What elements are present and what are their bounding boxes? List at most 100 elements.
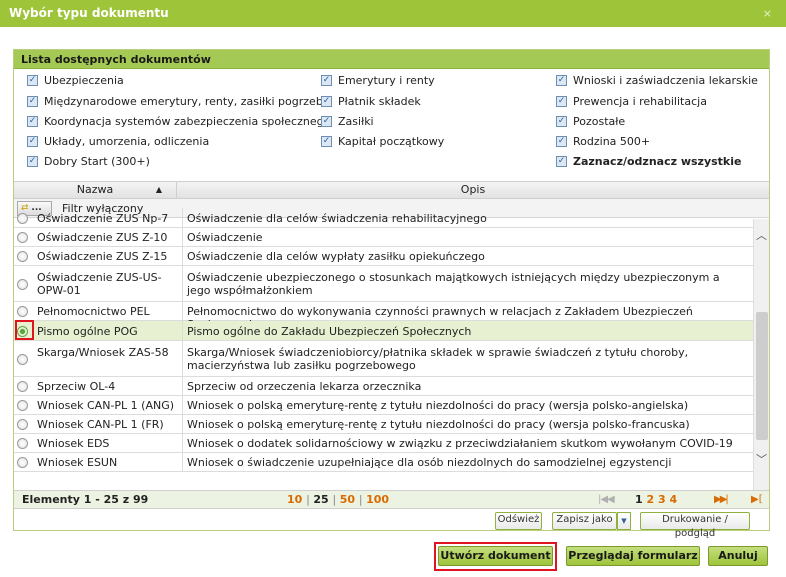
category-checkbox[interactable]: Międzynarodowe emerytury, renty, zasiłki… [27,92,326,110]
browse-form-button[interactable]: Przeglądaj formularz [566,546,700,566]
category-checkbox[interactable]: Zasiłki [321,112,374,130]
page-link-current[interactable]: 1 [635,493,643,506]
document-name: Oświadczenie ZUS Z-15 [37,250,168,263]
document-name: Oświadczenie ZUS-US-OPW-01 [37,271,162,297]
table-row[interactable]: Pismo ogólne POG Pismo ogólne do Zakładu … [14,321,753,341]
select-all-checkbox[interactable]: Zaznacz/odznacz wszystkie [556,152,741,170]
selected-radio-highlight [15,320,34,340]
table-row[interactable]: Oświadczenie ZUS Z-10 Oświadczenie [14,228,753,247]
category-checkbox[interactable]: Ubezpieczenia [27,71,124,89]
table-row[interactable]: Wniosek CAN-PL 1 (ANG) Wniosek o polską e… [14,396,753,415]
checkbox-checked-icon[interactable] [556,74,567,86]
radio-icon[interactable] [17,251,28,262]
document-description: Wniosek o dodatek solidarnościowy w zwią… [182,434,744,453]
table-row[interactable]: Wniosek ESUN Wniosek o świadczenie uzupeł… [14,453,753,472]
radio-icon[interactable] [17,306,28,317]
category-checkbox[interactable]: Emerytury i renty [321,71,435,89]
page-links: 1 2 3 4 [635,491,677,509]
checkbox-checked-icon[interactable] [556,155,567,167]
table-row[interactable]: Skarga/Wniosek ZAS-58 Skarga/Wniosek świa… [14,341,753,377]
document-name: Pismo ogólne POG [37,325,138,338]
category-filters: Ubezpieczenia Emerytury i renty Wnioski … [14,69,769,179]
checkbox-checked-icon[interactable] [321,115,332,127]
checkbox-checked-icon[interactable] [556,115,567,127]
document-description: Wniosek o świadczenie uzupełniające dla … [182,453,744,472]
table-row[interactable]: Pełnomocnictwo PEL Pełnomocnictwo do wyko… [14,302,753,331]
radio-icon[interactable] [17,381,28,392]
document-description: Oświadczenie dla celów świadczenia rehab… [182,208,744,228]
page-link[interactable]: 3 [658,493,666,506]
close-icon[interactable]: × [763,0,772,27]
checkbox-checked-icon[interactable] [556,95,567,107]
document-name: Oświadczenie ZUS Z-10 [37,231,168,244]
save-as-button[interactable]: Zapisz jako [552,512,617,530]
document-description: Sprzeciw od orzeczenia lekarza orzecznik… [182,377,744,396]
vertical-scrollbar[interactable]: ︿ ﹀ [753,219,769,490]
page-size-option[interactable]: 10 [287,493,302,506]
checkbox-checked-icon[interactable] [321,74,332,86]
document-name: Wniosek EDS [37,437,110,450]
document-description: Wniosek o polską emeryturę-rentę z tytuł… [182,415,744,434]
category-checkbox[interactable]: Układy, umorzenia, odliczenia [27,132,209,150]
page-size-option-current[interactable]: 25 [313,493,328,506]
scroll-up-icon[interactable]: ︿ [756,227,767,243]
scroll-down-icon[interactable]: ﹀ [756,451,767,467]
dialog-titlebar: Wybór typu dokumentu × [0,0,786,27]
category-checkbox[interactable]: Pozostałe [556,112,625,130]
category-checkbox[interactable]: Wnioski i zaświadczenia lekarskie [556,71,758,89]
checkbox-checked-icon[interactable] [27,115,38,127]
document-description: Oświadczenie [182,228,744,247]
checkbox-checked-icon[interactable] [27,155,38,167]
page-size-option[interactable]: 50 [340,493,355,506]
last-page-icon[interactable]: ▶[ [751,491,763,509]
chevron-down-icon[interactable]: ▼ [617,512,631,530]
documents-list: Oświadczenie ZUS Np-7 Oświadczenie dla ce… [14,208,753,489]
create-document-button[interactable]: Utwórz dokument [438,546,553,566]
table-row[interactable]: Oświadczenie ZUS Np-7 Oświadczenie dla ce… [14,208,753,228]
checkbox-checked-icon[interactable] [556,135,567,147]
category-checkbox[interactable]: Koordynacja systemów zabezpieczenia społ… [27,112,330,130]
category-checkbox[interactable]: Płatnik składek [321,92,421,110]
scrollbar-thumb[interactable] [756,312,768,440]
column-header-description[interactable]: Opis [177,182,769,198]
next-page-icon[interactable]: ▶▶| [714,491,729,509]
table-row[interactable]: Wniosek EDS Wniosek o dodatek solidarnośc… [14,434,753,453]
page-size-option[interactable]: 100 [366,493,389,506]
radio-icon[interactable] [17,457,28,468]
table-row[interactable]: Sprzeciw OL-4 Sprzeciw od orzeczenia leka… [14,377,753,396]
radio-icon[interactable] [17,213,28,224]
category-checkbox[interactable]: Prewencja i rehabilitacja [556,92,707,110]
checkbox-checked-icon[interactable] [27,135,38,147]
document-name: Skarga/Wniosek ZAS-58 [37,346,169,359]
table-row[interactable]: Oświadczenie ZUS Z-15 Oświadczenie dla ce… [14,247,753,266]
refresh-button[interactable]: Odśwież [495,512,542,530]
document-description: Skarga/Wniosek świadczeniobiorcy/płatnik… [182,341,744,377]
column-header-name[interactable]: Nazwa ▲ [14,182,177,198]
checkbox-checked-icon[interactable] [321,135,332,147]
document-description: Oświadczenie dla celów wypłaty zasiłku o… [182,247,744,266]
category-checkbox[interactable]: Dobry Start (300+) [27,152,150,170]
radio-icon[interactable] [17,354,28,365]
first-page-icon[interactable]: |◀◀ [598,491,615,509]
sort-ascending-icon: ▲ [155,185,162,194]
documents-panel: Lista dostępnych dokumentów Ubezpieczeni… [13,49,770,539]
print-preview-button[interactable]: Drukowanie / podgląd [640,512,750,539]
radio-icon[interactable] [17,400,28,411]
checkbox-checked-icon[interactable] [27,95,38,107]
category-checkbox[interactable]: Kapitał początkowy [321,132,444,150]
checkbox-checked-icon[interactable] [27,74,38,86]
category-checkbox[interactable]: Rodzina 500+ [556,132,650,150]
page-link[interactable]: 2 [647,493,655,506]
radio-icon[interactable] [17,232,28,243]
cancel-button[interactable]: Anuluj [708,546,768,566]
item-count: Elementy 1 - 25 z 99 [22,493,149,506]
document-name: Oświadczenie ZUS Np-7 [37,212,169,225]
table-row[interactable]: Oświadczenie ZUS-US-OPW-01 Oświadczenie u… [14,266,753,302]
radio-icon[interactable] [17,438,28,449]
table-row[interactable]: Wniosek CAN-PL 1 (FR) Wniosek o polską em… [14,415,753,434]
radio-icon[interactable] [17,419,28,430]
page-link[interactable]: 4 [670,493,678,506]
pager: Elementy 1 - 25 z 99 10 | 25 | 50 | 100 … [14,490,769,509]
radio-icon[interactable] [17,279,28,290]
checkbox-checked-icon[interactable] [321,95,332,107]
